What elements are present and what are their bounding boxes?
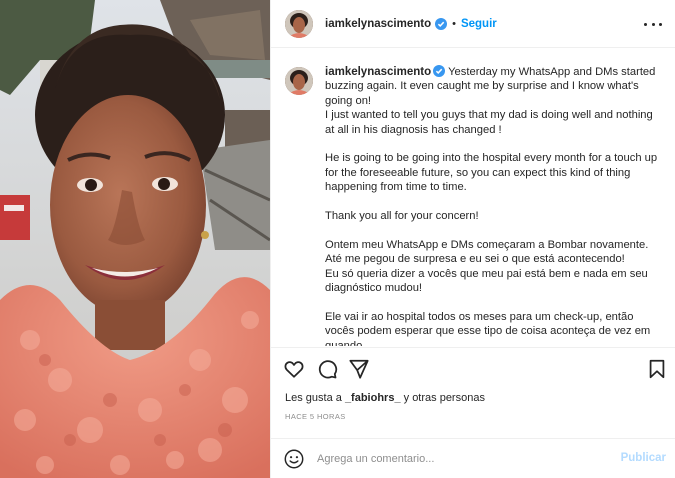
- comment-bar: Publicar: [271, 438, 675, 478]
- verified-badge-icon: [435, 17, 448, 30]
- send-icon[interactable]: [348, 358, 370, 380]
- caption-section: iamkelynascimento Yesterday my WhatsApp a…: [271, 49, 675, 346]
- likes-summary: Les gusta a _fabiohrs_ y otras personas: [285, 392, 485, 404]
- caption-paragraph: I just wanted to tell you guys that my d…: [325, 109, 653, 136]
- emoji-icon[interactable]: [283, 448, 305, 470]
- action-bar: [271, 347, 675, 389]
- comment-icon[interactable]: [316, 358, 338, 380]
- caption-paragraph: Eu só queria dizer a vocês que meu pai e…: [325, 267, 648, 295]
- publish-button[interactable]: Publicar: [621, 452, 666, 464]
- avatar-image: [285, 67, 313, 95]
- likes-prefix: Les gusta a: [285, 392, 345, 404]
- post-photo[interactable]: [0, 0, 270, 478]
- heart-icon[interactable]: [283, 358, 305, 380]
- separator-dot: •: [452, 17, 456, 30]
- comment-input[interactable]: [317, 452, 597, 465]
- post-timestamp[interactable]: HACE 5 HORAS: [285, 412, 346, 421]
- caption-paragraph: He is going to be going into the hospita…: [325, 152, 658, 194]
- caption-paragraph: iamkelynascimento Yesterday my WhatsApp a…: [325, 65, 660, 108]
- post-details-panel: iamkelynascimento • Seguir iamkelynascim…: [270, 0, 675, 478]
- likes-suffix[interactable]: y otras personas: [401, 392, 485, 404]
- caption-paragraph: Thank you all for your concern!: [325, 210, 479, 223]
- likes-user-link[interactable]: _fabiohrs_: [345, 392, 401, 404]
- caption-gap: [325, 223, 660, 237]
- post-username[interactable]: iamkelynascimento: [325, 18, 431, 30]
- caption-gap: [325, 295, 660, 309]
- caption-gap: [325, 195, 660, 209]
- avatar[interactable]: [285, 9, 313, 38]
- caption-text: iamkelynascimento Yesterday my WhatsApp a…: [325, 65, 660, 346]
- post-header: iamkelynascimento • Seguir: [271, 0, 675, 48]
- caption-gap: [325, 137, 660, 151]
- caption-paragraph: Ontem meu WhatsApp e DMs começaram a Bom…: [325, 238, 649, 266]
- caption-username[interactable]: iamkelynascimento: [325, 66, 431, 78]
- caption-paragraph: Ele vai ir ao hospital todos os meses pa…: [325, 310, 651, 346]
- follow-button[interactable]: Seguir: [461, 18, 497, 30]
- bookmark-icon[interactable]: [646, 358, 668, 380]
- selfie-image: [0, 0, 270, 478]
- avatar[interactable]: [285, 67, 313, 95]
- avatar-image: [285, 9, 313, 38]
- more-options-icon[interactable]: [644, 16, 662, 32]
- verified-badge-icon: [433, 65, 446, 77]
